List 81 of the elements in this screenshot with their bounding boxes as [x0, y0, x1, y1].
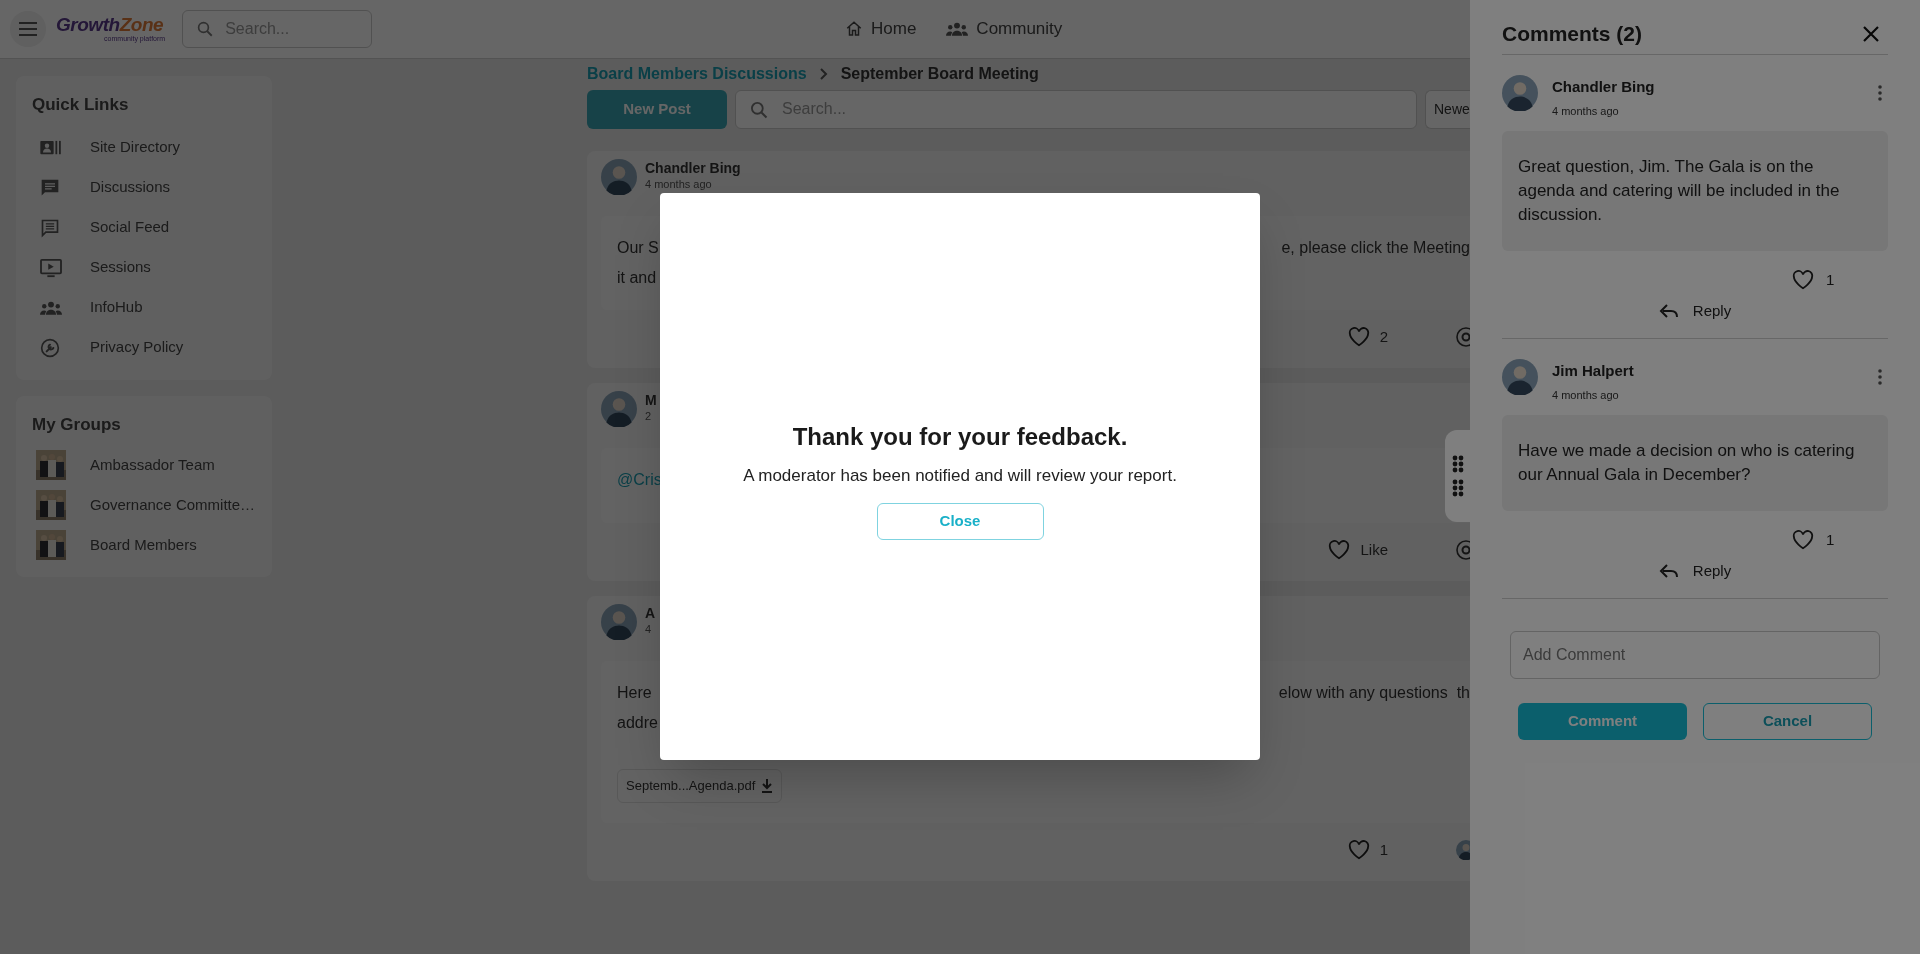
play-screen-icon	[40, 257, 62, 278]
wrench-icon	[40, 337, 60, 358]
drag-dots-icon	[1451, 455, 1464, 497]
search-icon	[196, 20, 215, 38]
author-name: Jim Halpert	[1552, 361, 1635, 381]
people-icon	[946, 21, 969, 37]
post-text: elow with any questions th	[1278, 683, 1470, 703]
post-text: it and	[617, 268, 657, 288]
comment-text: Great question, Jim. The Gala is on the agenda and catering will be included in the discussion.	[1502, 131, 1888, 251]
post-time: 2	[645, 410, 653, 423]
heart-icon	[1347, 840, 1370, 860]
dialog-message: A moderator has been notified and will review your report.	[743, 465, 1177, 487]
sidebar-link[interactable]: Site Directory	[32, 127, 256, 168]
avatar	[1502, 359, 1538, 395]
post-text: Our S	[617, 238, 659, 258]
reply-icon	[1658, 302, 1679, 319]
more-vertical-icon	[1878, 369, 1882, 385]
like-button[interactable]: 1	[1792, 529, 1835, 552]
like-button[interactable]: 2	[1347, 325, 1388, 349]
like-button[interactable]: 1	[1347, 838, 1388, 862]
attachment-chip[interactable]: Septemb...Agenda.pdf	[617, 769, 783, 803]
comment-button[interactable]: Comment	[1518, 703, 1687, 740]
breadcrumb-link[interactable]: Board Members Discussions	[587, 62, 807, 86]
avatar	[601, 604, 637, 640]
download-icon	[761, 779, 774, 793]
post-text: e, please click the Meeting	[1281, 238, 1470, 258]
people-icon	[40, 299, 62, 316]
post-time: 4	[645, 623, 653, 636]
nav-link[interactable]: Community	[946, 16, 1063, 42]
sidebar-link[interactable]: Privacy Policy	[32, 327, 256, 368]
menu-icon	[18, 21, 38, 37]
avatar	[1502, 75, 1538, 111]
chevron-right-icon	[818, 68, 829, 80]
heart-icon	[1347, 327, 1370, 347]
heart-icon	[1328, 540, 1351, 560]
like-button[interactable]: Like	[1328, 538, 1388, 562]
comment-text: Have we made a decision on who is catering our Annual Gala in December?	[1502, 415, 1888, 511]
author-name: A	[645, 604, 656, 622]
like-button[interactable]: 1	[1792, 269, 1835, 292]
reply-button[interactable]: Reply	[1658, 299, 1732, 322]
section-title: My Groups	[32, 413, 122, 436]
sidebar-link[interactable]: Social Feed	[32, 207, 256, 248]
heart-icon	[1792, 270, 1814, 291]
group-link[interactable]: Board Members	[32, 525, 256, 565]
reply-button[interactable]: Reply	[1658, 559, 1732, 582]
new-post-button[interactable]: New Post	[587, 89, 727, 129]
chat-bubble-icon	[40, 177, 60, 198]
author-name: Chandler Bing	[1552, 77, 1656, 97]
breadcrumb-current: September Board Meeting	[840, 64, 1039, 84]
avatar	[601, 391, 637, 427]
chat-bubble-icon	[40, 217, 60, 238]
group-link[interactable]: Governance Committe…	[32, 485, 256, 525]
post-text: Here	[617, 683, 652, 703]
heart-icon	[1792, 530, 1814, 551]
more-vertical-icon	[1878, 85, 1882, 101]
avatar	[601, 159, 637, 195]
nav-link[interactable]: Home	[845, 16, 917, 42]
cancel-button[interactable]: Cancel	[1702, 703, 1872, 740]
drag-handle[interactable]	[1445, 430, 1470, 522]
author-name: Chandler Bing	[645, 159, 741, 177]
group-link[interactable]: Ambassador Team	[32, 445, 256, 485]
post-text: addre	[617, 713, 658, 733]
contact-card-icon	[40, 139, 62, 156]
dialog-title: Thank you for your feedback.	[792, 422, 1128, 452]
mention-link[interactable]: @Cris	[617, 468, 662, 492]
section-title: Quick Links	[32, 94, 130, 116]
reply-icon	[1658, 562, 1679, 579]
comment-input[interactable]: Add Comment	[1510, 631, 1880, 679]
comment-time: 4 months ago	[1552, 387, 1620, 403]
sidebar-link[interactable]: InfoHub	[32, 287, 256, 328]
home-icon	[845, 20, 863, 38]
menu-button[interactable]	[10, 11, 46, 47]
sidebar-link[interactable]: Discussions	[32, 167, 256, 208]
comment-time: 4 months ago	[1552, 103, 1620, 119]
search-icon	[749, 99, 769, 120]
close-icon	[1863, 26, 1879, 42]
sidebar-link[interactable]: Sessions	[32, 247, 256, 288]
close-button[interactable]: Close	[876, 502, 1044, 540]
post-time: 4 months ago	[645, 178, 713, 191]
panel-title: Comments (2)	[1502, 21, 1643, 48]
author-name: M	[645, 391, 657, 409]
